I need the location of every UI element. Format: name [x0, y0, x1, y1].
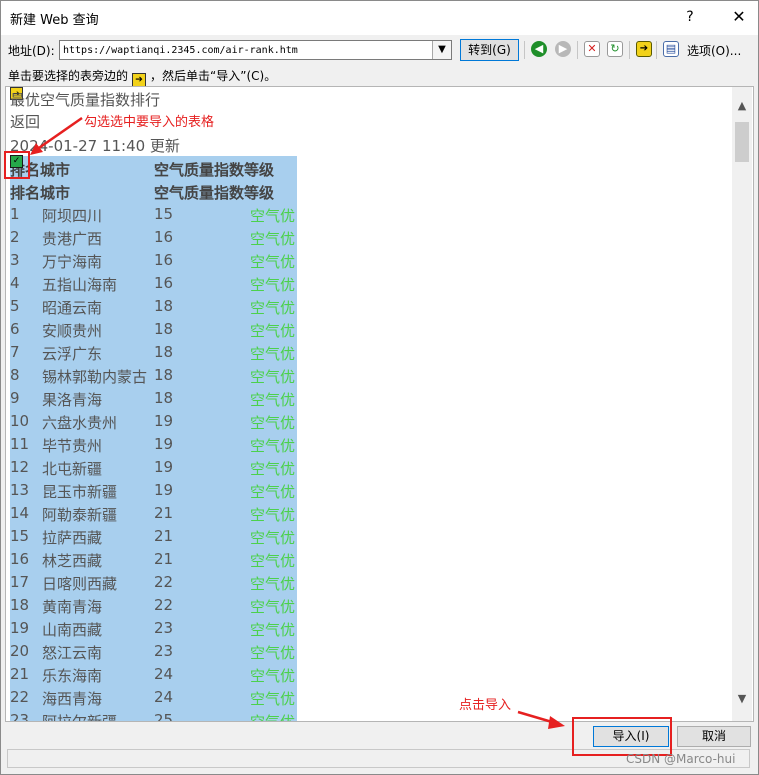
annotation-import-highlight	[572, 717, 672, 756]
annotation-arrowhead-import	[548, 716, 565, 729]
annotation-arrow-import	[517, 710, 553, 724]
annotation-import-hint: 点击导入	[459, 698, 512, 713]
watermark: CSDN @Marco-hui	[626, 752, 736, 766]
annotation-arrows	[30, 116, 565, 729]
annotation-arrowhead-check	[30, 143, 43, 155]
annotation-arrow-check	[35, 116, 83, 152]
